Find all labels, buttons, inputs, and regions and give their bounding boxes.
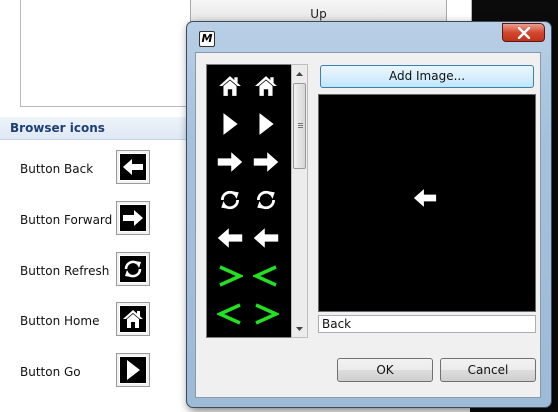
dialog-client-area: Add Image... Back OK Cancel: [195, 52, 541, 398]
arrow-right-icon: [119, 204, 147, 232]
play-icon[interactable]: [249, 107, 283, 141]
arrow-left-icon: [413, 189, 437, 207]
thumb-grip: [298, 125, 303, 126]
button-back-row: Button Back: [0, 150, 180, 190]
button-go-icon-picker[interactable]: [116, 353, 150, 387]
browser-icons-header: Browser icons: [0, 117, 190, 140]
button-home-row: Button Home: [0, 302, 180, 342]
icon-list[interactable]: [206, 64, 292, 338]
button-go-row: Button Go: [0, 353, 180, 393]
button-home-icon-picker[interactable]: [116, 302, 150, 336]
button-refresh-label: Button Refresh: [20, 264, 110, 278]
scroll-up-arrow-icon[interactable]: [292, 66, 307, 81]
add-image-button[interactable]: Add Image...: [320, 65, 534, 88]
green-chevron-left-icon[interactable]: [213, 297, 247, 331]
button-back-label: Button Back: [20, 162, 94, 176]
button-forward-label: Button Forward: [20, 213, 113, 227]
home-icon[interactable]: [213, 69, 247, 103]
scroll-down-arrow-icon[interactable]: [292, 321, 307, 336]
button-go-label: Button Go: [20, 365, 81, 379]
icon-name-field[interactable]: Back: [318, 315, 536, 333]
icon-preview: [318, 94, 536, 312]
app-icon: M: [199, 31, 215, 47]
refresh-icon[interactable]: [213, 183, 247, 217]
icon-list-scrollbar[interactable]: [291, 64, 308, 338]
arrow-left-icon: [119, 153, 147, 181]
green-chevron-left-icon[interactable]: [249, 259, 283, 293]
button-forward-row: Button Forward: [0, 201, 180, 241]
play-icon[interactable]: [213, 107, 247, 141]
button-forward-icon-picker[interactable]: [116, 201, 150, 235]
close-icon: [517, 26, 530, 39]
cancel-button[interactable]: Cancel: [440, 358, 536, 382]
play-icon: [119, 356, 147, 384]
arrow-right-icon[interactable]: [213, 145, 247, 179]
home-icon: [119, 305, 147, 333]
arrow-right-icon[interactable]: [249, 145, 283, 179]
arrow-left-icon[interactable]: [249, 221, 283, 255]
refresh-icon: [119, 255, 147, 283]
button-refresh-row: Button Refresh: [0, 252, 180, 292]
green-chevron-right-icon[interactable]: [213, 259, 247, 293]
green-chevron-right-icon[interactable]: [249, 297, 283, 331]
icon-picker-dialog: M Add Image... Back OK Cancel: [186, 21, 552, 408]
button-home-label: Button Home: [20, 314, 100, 328]
button-refresh-icon-picker[interactable]: [116, 252, 150, 286]
thumb-grip: [298, 127, 303, 128]
ok-button[interactable]: OK: [337, 358, 433, 382]
thumb-grip: [298, 123, 303, 124]
scroll-thumb[interactable]: [293, 83, 306, 169]
close-button[interactable]: [502, 23, 545, 42]
button-back-icon-picker[interactable]: [116, 150, 150, 184]
home-icon[interactable]: [249, 69, 283, 103]
arrow-left-icon[interactable]: [213, 221, 247, 255]
refresh-icon[interactable]: [249, 183, 283, 217]
